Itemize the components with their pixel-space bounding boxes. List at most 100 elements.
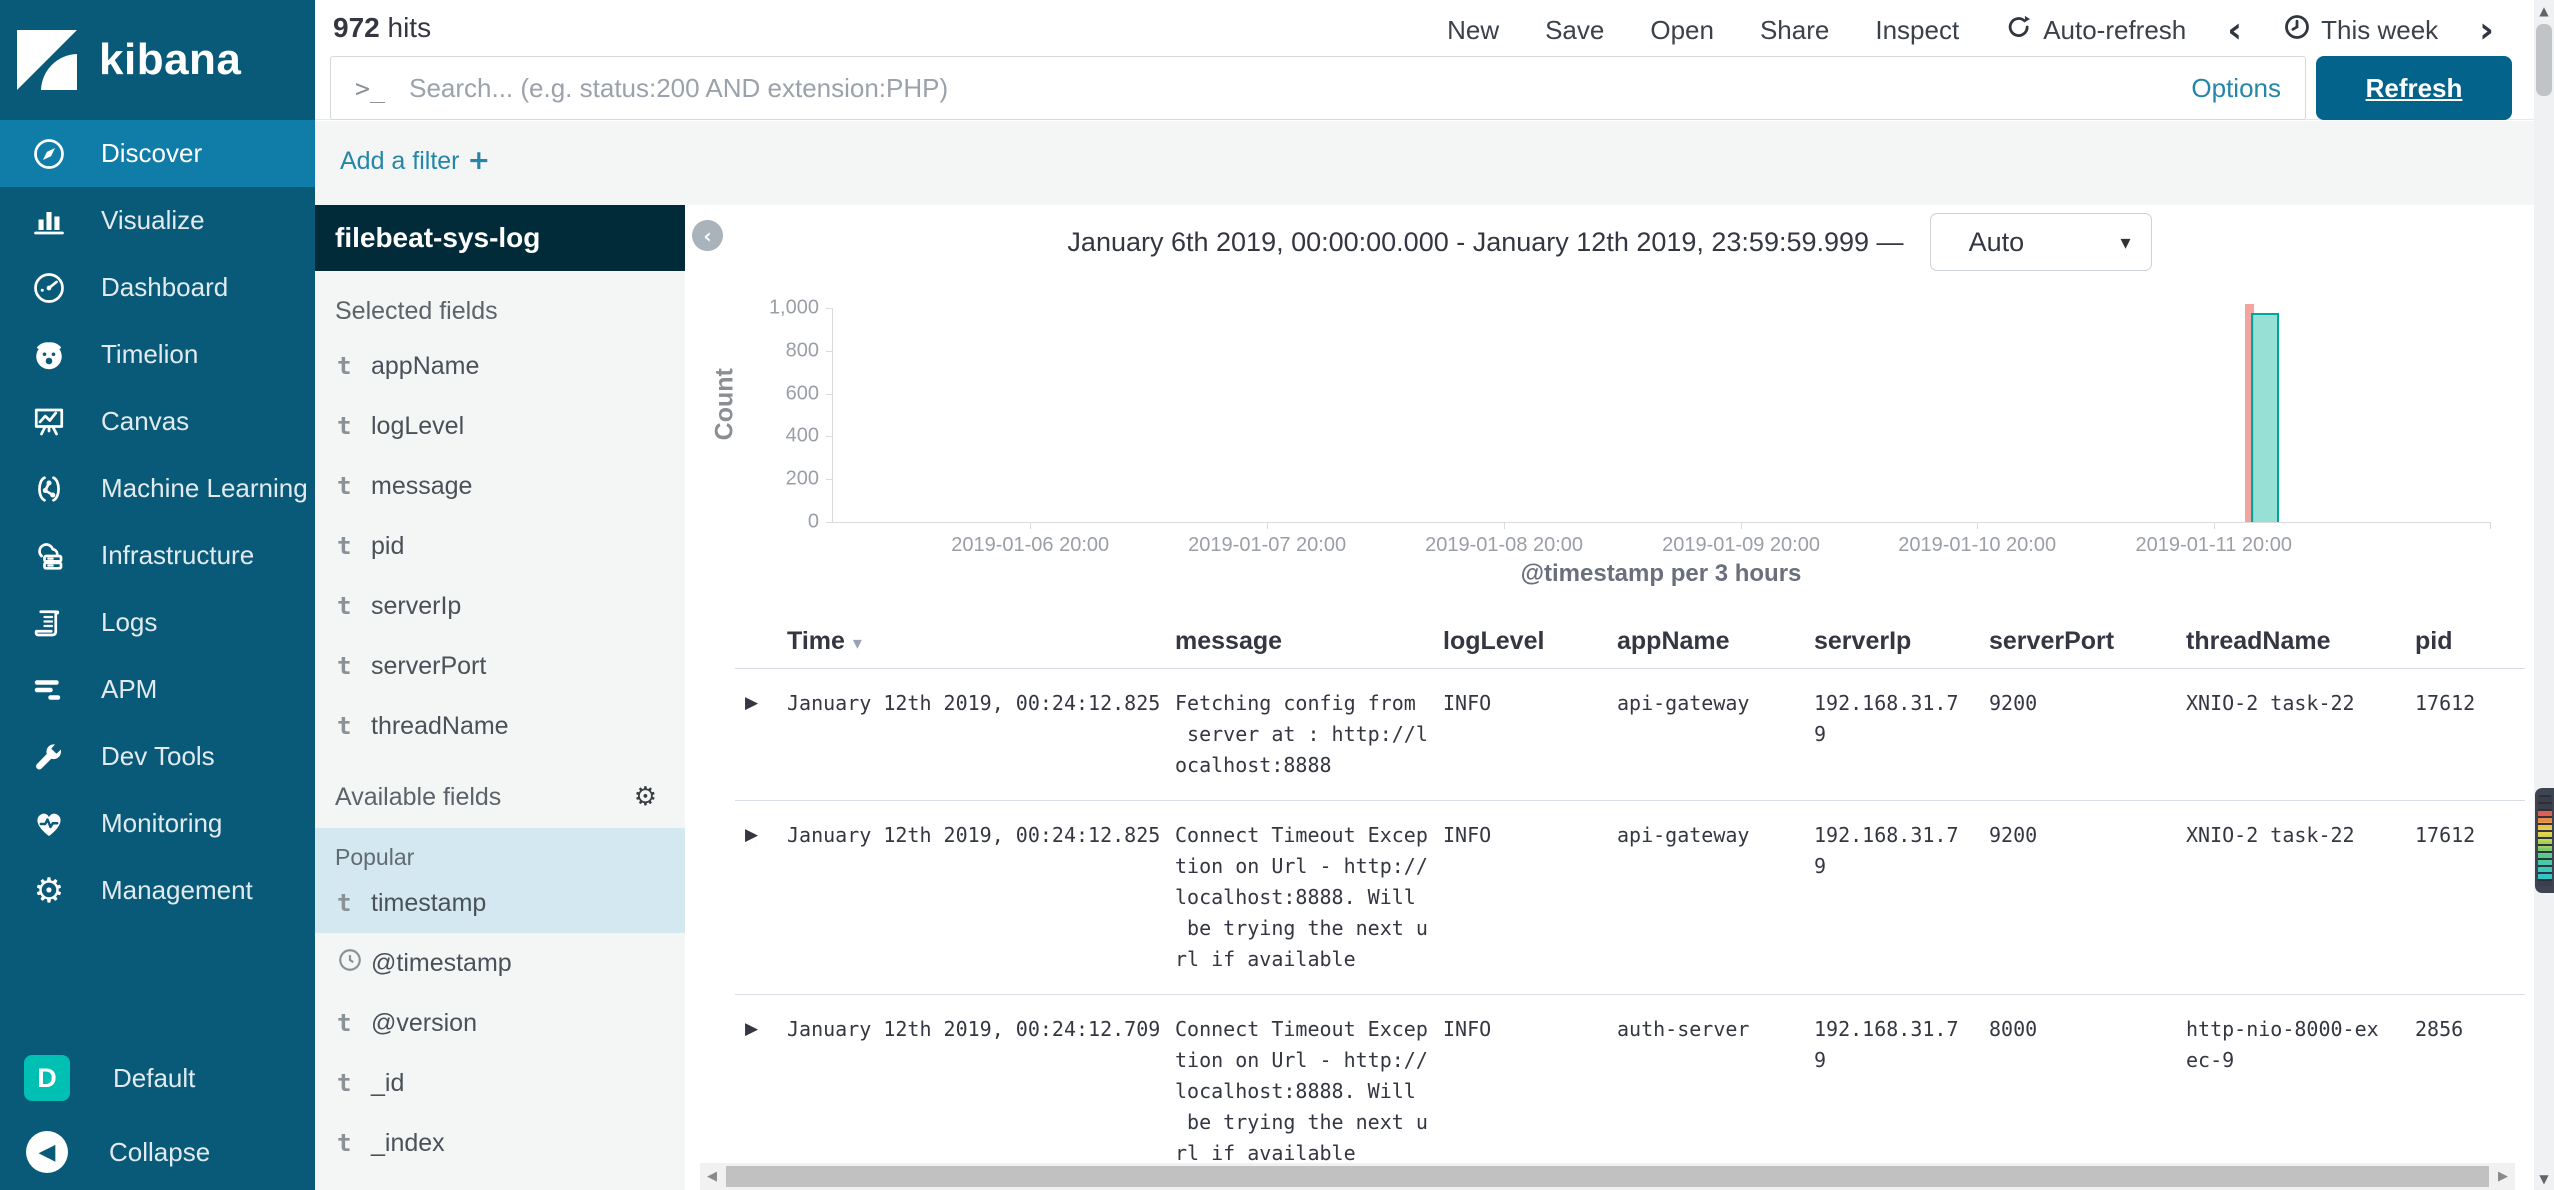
field-item-message[interactable]: t message — [315, 456, 685, 516]
field-item-timestamp[interactable]: t timestamp — [315, 873, 685, 933]
sidebar-item-monitoring[interactable]: Monitoring — [0, 790, 315, 857]
sidebar-item-dashboard[interactable]: Dashboard — [0, 254, 315, 321]
time-next-button[interactable]: › — [2461, 10, 2512, 51]
sort-desc-icon: ▾ — [853, 633, 862, 654]
string-field-icon: t — [337, 352, 371, 380]
string-field-icon: t — [337, 532, 371, 560]
search-input[interactable] — [409, 73, 2171, 104]
share-button[interactable]: Share — [1737, 15, 1852, 46]
y-tick: 400 — [786, 425, 819, 448]
scroll-left-icon[interactable]: ◀ — [700, 1169, 724, 1184]
string-field-icon: t — [337, 652, 371, 680]
scroll-up-icon[interactable]: ▲ — [2534, 0, 2554, 22]
time-range-button[interactable]: This week — [2260, 13, 2461, 48]
expand-row-icon[interactable]: ▶ — [735, 669, 787, 800]
sidebar-item-canvas[interactable]: Canvas — [0, 388, 315, 455]
sidebar-item-apm[interactable]: APM — [0, 656, 315, 723]
kibana-logo[interactable]: kibana — [0, 0, 315, 120]
index-pattern-selector[interactable]: filebeat-sys-log — [315, 205, 685, 271]
cell-serverPort: 9200 — [1989, 801, 2186, 994]
string-field-icon: t — [337, 1009, 371, 1037]
column-header-threadName[interactable]: threadName — [2186, 617, 2415, 656]
cell-message: Fetching config from server at : http://… — [1175, 669, 1443, 800]
field-item-serverIp[interactable]: t serverIp — [315, 576, 685, 636]
cell-pid2: http-nio-8000-ex ec-9 — [2186, 995, 2415, 1188]
field-item-score[interactable]: # _score — [315, 1173, 685, 1190]
compass-icon — [30, 135, 68, 173]
open-button[interactable]: Open — [1627, 15, 1737, 46]
kibana-discover-app: kibana Discover Visualize Dashboard Time… — [0, 0, 2554, 1190]
nav-collapse-button[interactable]: ◀ Collapse — [0, 1114, 315, 1190]
table-header-row: Time▾ message logLevel appName serverIp … — [735, 617, 2525, 669]
expand-row-icon[interactable]: ▶ — [735, 995, 787, 1188]
column-header-appName[interactable]: appName — [1617, 617, 1814, 656]
column-header-message[interactable]: message — [1175, 617, 1443, 656]
new-button[interactable]: New — [1424, 15, 1522, 46]
field-item-logLevel[interactable]: t logLevel — [315, 396, 685, 456]
scroll-right-icon[interactable]: ▶ — [2491, 1169, 2515, 1184]
x-tick: 2019-01-11 20:00 — [2136, 534, 2292, 557]
x-tick: 2019-01-10 20:00 — [1898, 534, 2056, 557]
y-tick: 800 — [786, 339, 819, 362]
y-tick: 200 — [786, 468, 819, 491]
cloud-rack-icon — [30, 537, 68, 575]
add-filter-button[interactable]: Add a filter+ — [340, 145, 490, 176]
global-nav: kibana Discover Visualize Dashboard Time… — [0, 0, 315, 1190]
field-item-appName[interactable]: t appName — [315, 336, 685, 396]
horizontal-scrollbar[interactable]: ◀ ▶ — [700, 1163, 2515, 1190]
gear-icon: ⚙ — [30, 872, 68, 910]
sidebar-item-management[interactable]: ⚙ Management — [0, 857, 315, 924]
space-badge: D — [24, 1055, 70, 1101]
scroll-down-icon[interactable]: ▼ — [2534, 1168, 2554, 1190]
vertical-scrollbar[interactable]: ▲ ▼ — [2534, 0, 2554, 1190]
field-item-atversion[interactable]: t @version — [315, 993, 685, 1053]
clock-icon — [2283, 13, 2311, 48]
time-prev-button[interactable]: ‹ — [2209, 10, 2260, 51]
field-settings-gear-icon[interactable]: ⚙ — [634, 782, 657, 812]
column-header-time[interactable]: Time▾ — [787, 617, 1175, 656]
hits-count: 972 hits — [333, 12, 431, 44]
field-item-id[interactable]: t _id — [315, 1053, 685, 1113]
cell-serverIp: 192.168.31.7 9 — [1814, 801, 1989, 994]
string-field-icon: t — [337, 712, 371, 740]
field-item-attimestamp[interactable]: @timestamp — [315, 933, 685, 993]
inspect-button[interactable]: Inspect — [1852, 15, 1982, 46]
sidebar-item-timelion[interactable]: Timelion — [0, 321, 315, 388]
top-bar: 972 hits New Save Open Share Inspect Aut… — [315, 0, 2534, 120]
sidebar-item-discover[interactable]: Discover — [0, 120, 315, 187]
column-header-serverPort[interactable]: serverPort — [1989, 617, 2186, 656]
interval-select[interactable]: Auto ▾ — [1930, 213, 2152, 271]
auto-refresh-button[interactable]: Auto-refresh — [1982, 13, 2209, 48]
field-item-pid[interactable]: t pid — [315, 516, 685, 576]
column-header-serverIp[interactable]: serverIp — [1814, 617, 1989, 656]
sidebar-item-infrastructure[interactable]: Infrastructure — [0, 522, 315, 589]
save-button[interactable]: Save — [1522, 15, 1627, 46]
discover-main: ‹ January 6th 2019, 00:00:00.000 - Janua… — [685, 205, 2534, 1190]
field-item-threadName[interactable]: t threadName — [315, 696, 685, 756]
search-options-link[interactable]: Options — [2191, 73, 2281, 104]
field-item-index[interactable]: t _index — [315, 1113, 685, 1173]
y-axis-label: Count — [710, 368, 739, 440]
refresh-cycle-icon — [2005, 13, 2033, 48]
sidebar-item-dev-tools[interactable]: Dev Tools — [0, 723, 315, 790]
cell-serverPort: 8000 — [1989, 995, 2186, 1188]
sidebar-item-logs[interactable]: Logs — [0, 589, 315, 656]
vertical-scroll-thumb[interactable] — [2536, 24, 2552, 96]
wrench-icon — [30, 738, 68, 776]
sidebar-item-visualize[interactable]: Visualize — [0, 187, 315, 254]
horizontal-scroll-thumb[interactable] — [726, 1166, 2489, 1187]
field-item-serverPort[interactable]: t serverPort — [315, 636, 685, 696]
string-field-icon: t — [337, 1129, 371, 1157]
space-selector-default[interactable]: D Default — [0, 1042, 315, 1114]
column-header-pid[interactable]: pid — [2415, 617, 2515, 656]
y-tick: 0 — [808, 511, 819, 534]
histogram-bar[interactable] — [2251, 313, 2279, 522]
expand-row-icon[interactable]: ▶ — [735, 801, 787, 994]
y-tick: 600 — [786, 382, 819, 405]
gauge-icon — [30, 269, 68, 307]
sidebar-item-machine-learning[interactable]: Machine Learning — [0, 455, 315, 522]
cell-logLevel: INFO — [1443, 995, 1617, 1188]
refresh-button[interactable]: Refresh — [2316, 56, 2512, 120]
column-header-logLevel[interactable]: logLevel — [1443, 617, 1617, 656]
easel-icon — [30, 403, 68, 441]
